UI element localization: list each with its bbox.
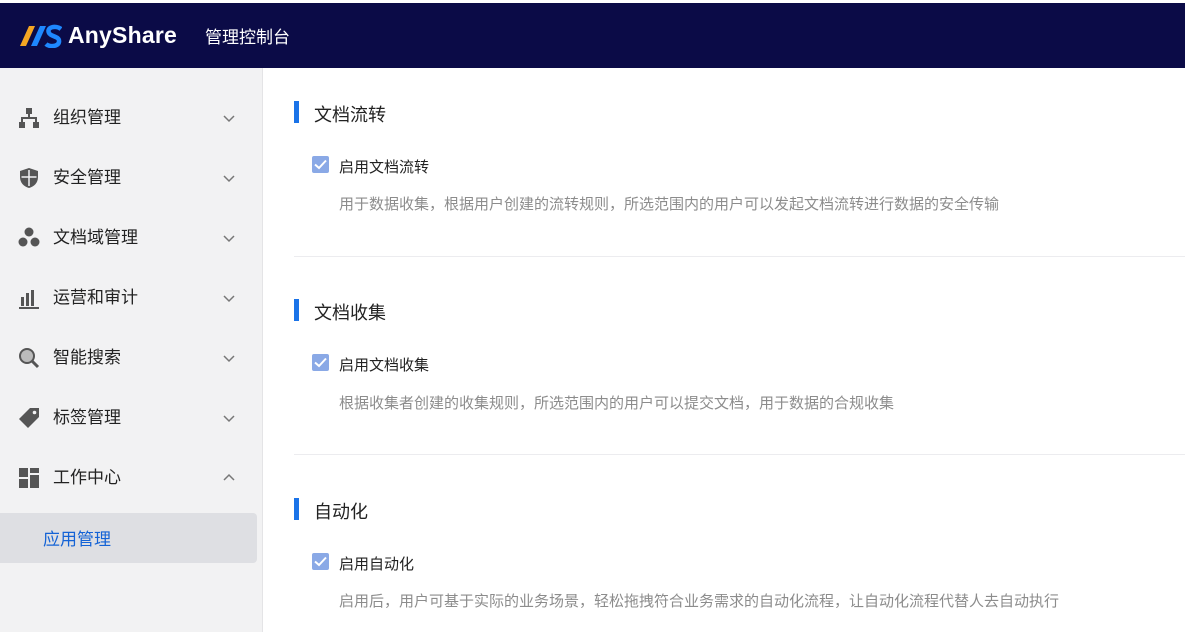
top-bar: AnyShare 管理控制台 (0, 0, 1185, 68)
anyshare-logo-icon (20, 24, 62, 48)
doc-collection-description: 根据收集者创建的收集规则，所选范围内的用户可以提交文档，用于数据的合规收集 (339, 394, 895, 412)
tag-icon (17, 407, 41, 429)
checkmark-icon (314, 556, 327, 567)
sidebar-item-label: 标签管理 (53, 408, 121, 428)
enable-automation-label[interactable]: 启用自动化 (339, 553, 414, 574)
enable-doc-transfer-checkbox[interactable] (312, 156, 329, 173)
console-title: 管理控制台 (204, 28, 290, 48)
chevron-down-icon (223, 175, 235, 183)
sidebar-item-security-management[interactable]: 安全管理 (0, 158, 263, 198)
automation-description: 启用后，用户可基于实际的业务场景，轻松拖拽符合业务需求的自动化流程，让自动化流程… (339, 592, 1060, 610)
section-accent-bar (294, 101, 299, 123)
enable-automation-checkbox[interactable] (312, 553, 329, 570)
section-divider (294, 256, 1185, 257)
enable-doc-collection-checkbox[interactable] (312, 354, 329, 371)
section-title-automation: 自动化 (314, 502, 368, 523)
chevron-down-icon (223, 355, 235, 363)
sidebar-item-app-management[interactable]: 应用管理 (0, 513, 257, 563)
anyshare-logo[interactable]: AnyShare (20, 22, 177, 49)
sidebar: 组织管理 安全管理 文档域管理 运营和审计 智能搜索 标签管理 工作中心 应用管… (0, 68, 263, 632)
hexagon-cluster-icon (17, 227, 41, 249)
sidebar-item-operations-audit[interactable]: 运营和审计 (0, 278, 263, 318)
section-accent-bar (294, 299, 299, 321)
chevron-down-icon (223, 235, 235, 243)
sidebar-item-org-management[interactable]: 组织管理 (0, 98, 263, 138)
sidebar-item-label: 智能搜索 (53, 348, 121, 368)
grid-icon (17, 467, 41, 489)
chevron-down-icon (223, 295, 235, 303)
checkmark-icon (314, 159, 327, 170)
sidebar-item-label: 组织管理 (53, 108, 121, 128)
enable-doc-transfer-label[interactable]: 启用文档流转 (339, 156, 429, 177)
sidebar-item-tag-management[interactable]: 标签管理 (0, 398, 263, 438)
section-title-doc-collection: 文档收集 (314, 303, 386, 324)
sidebar-item-smart-search[interactable]: 智能搜索 (0, 338, 263, 378)
sidebar-item-label: 文档域管理 (53, 228, 138, 248)
brand-name: AnyShare (68, 22, 177, 48)
section-accent-bar (294, 498, 299, 520)
enable-doc-collection-label[interactable]: 启用文档收集 (339, 354, 429, 375)
sidebar-item-label: 运营和审计 (53, 288, 138, 308)
main-content: 文档流转 启用文档流转 用于数据收集，根据用户创建的流转规则，所选范围内的用户可… (264, 68, 1185, 632)
section-divider (294, 454, 1185, 455)
sidebar-item-doc-domain-management[interactable]: 文档域管理 (0, 218, 263, 258)
checkmark-icon (314, 357, 327, 368)
sidebar-item-work-center[interactable]: 工作中心 (0, 458, 263, 498)
shield-icon (17, 167, 41, 189)
org-chart-icon (17, 107, 41, 129)
magnifier-icon (17, 347, 41, 369)
chevron-up-icon (223, 473, 235, 481)
chevron-down-icon (223, 415, 235, 423)
doc-transfer-description: 用于数据收集，根据用户创建的流转规则，所选范围内的用户可以发起文档流转进行数据的… (339, 195, 1000, 213)
sidebar-item-label: 安全管理 (53, 168, 121, 188)
bar-chart-icon (17, 287, 41, 309)
section-title-doc-transfer: 文档流转 (314, 105, 386, 126)
chevron-down-icon (223, 115, 235, 123)
sidebar-item-label: 工作中心 (53, 468, 121, 488)
sidebar-item-label: 应用管理 (43, 530, 111, 550)
